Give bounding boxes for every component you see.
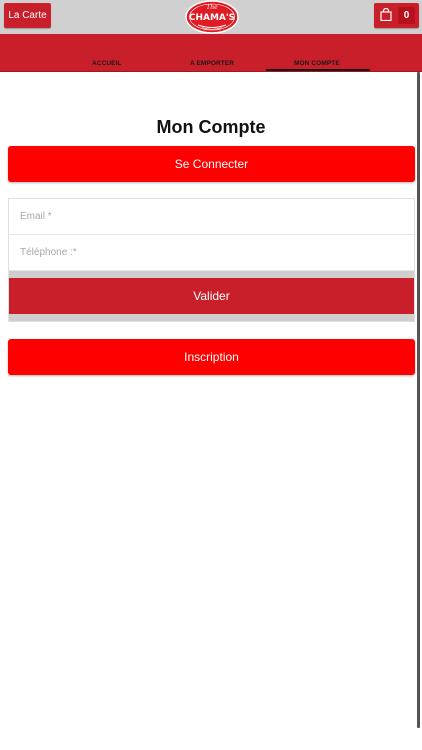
top-bar: La Carte The CHAMA'S 0 [0, 0, 422, 34]
phone-field[interactable] [9, 235, 414, 271]
shopping-bag-icon [380, 7, 392, 24]
logo-graphic: The CHAMA'S [185, 0, 239, 34]
logo-main-text: CHAMA'S [189, 13, 235, 23]
cart-button[interactable]: 0 [374, 3, 419, 28]
nav-bar: ACCUEIL A EMPORTER MON COMPTE [0, 34, 422, 72]
page-title: Mon Compte [156, 117, 266, 137]
tab-mon-compte[interactable]: MON COMPTE [294, 60, 340, 67]
scrollbar[interactable] [417, 72, 420, 728]
chamas-logo[interactable]: The CHAMA'S [184, 0, 240, 34]
la-carte-button[interactable]: La Carte [4, 3, 51, 28]
email-field[interactable] [9, 199, 414, 235]
tab-a-emporter[interactable]: A EMPORTER [190, 60, 234, 67]
cart-count-badge: 0 [398, 7, 415, 24]
valider-button[interactable]: Valider [9, 278, 414, 314]
nav-divider [0, 71, 422, 72]
tab-accueil[interactable]: ACCUEIL [92, 60, 122, 67]
se-connecter-button[interactable]: Se Connecter [8, 146, 415, 182]
inscription-button[interactable]: Inscription [8, 339, 415, 375]
login-form: Valider [8, 198, 415, 322]
logo-top-text: The [206, 4, 218, 11]
